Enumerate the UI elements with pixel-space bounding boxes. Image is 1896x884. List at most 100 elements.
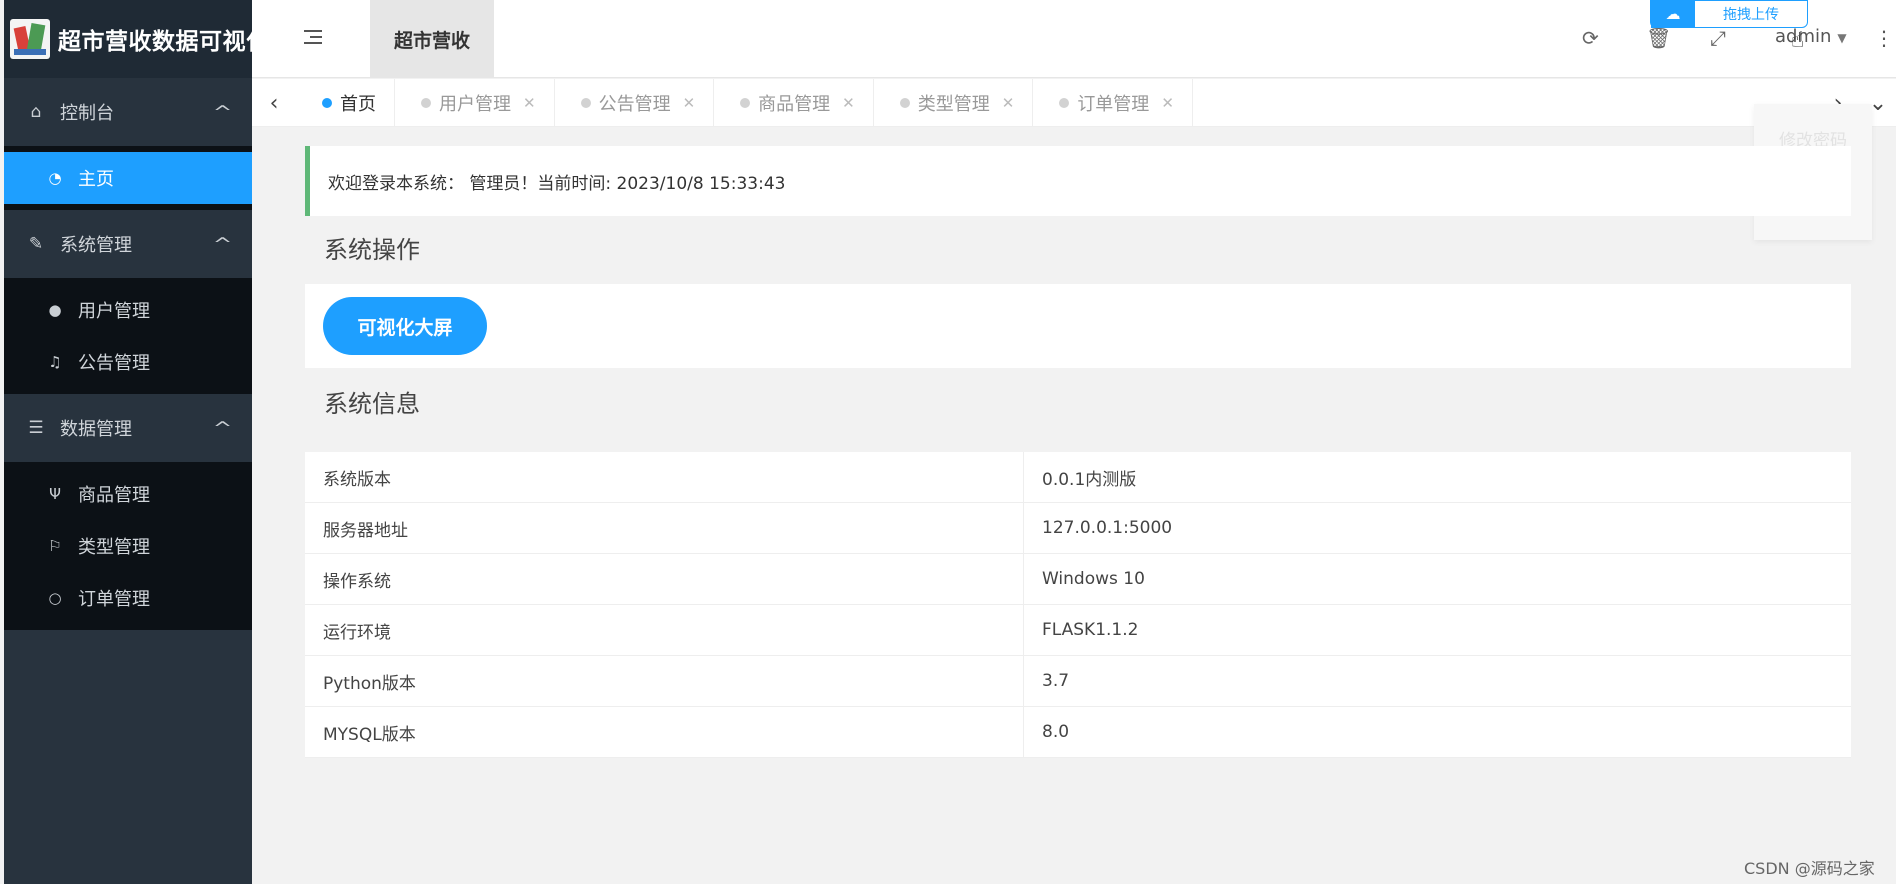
info-value: 0.0.1内测版 <box>1023 452 1851 503</box>
info-key: 服务器地址 <box>305 502 1024 554</box>
sidebar-item-types[interactable]: ⚐ 类型管理 <box>4 520 252 572</box>
info-key: 系统版本 <box>305 452 1024 503</box>
table-row: 系统版本 0.0.1内测版 <box>305 452 1851 503</box>
upload-label: 拖拽上传 <box>1723 7 1779 23</box>
table-row: 服务器地址 127.0.0.1:5000 <box>305 502 1851 554</box>
info-key: MYSQL版本 <box>305 706 1024 758</box>
system-info-table: 系统版本 0.0.1内测版 服务器地址 127.0.0.1:5000 操作系统 Win… <box>305 452 1851 758</box>
more-vertical-icon[interactable]: ⋮ <box>1874 26 1894 50</box>
nav-sub-data: Ψ 商品管理 ⚐ 类型管理 ○ 订单管理 <box>4 462 252 630</box>
chevron-up-icon: ^ <box>212 233 233 255</box>
nav-group-system[interactable]: ✎ 系统管理 ^ <box>4 210 252 278</box>
section-title-operations: 系统操作 <box>324 236 420 264</box>
sidebar-item-label: 主页 <box>78 169 114 190</box>
sidebar-item-notices[interactable]: ♫ 公告管理 <box>4 336 252 388</box>
close-icon[interactable]: ✕ <box>1002 94 1015 112</box>
visual-screen-button[interactable]: 可视化大屏 <box>323 297 487 355</box>
welcome-banner: 欢迎登录本系统： 管理员！当前时间: 2023/10/8 15:33:43 <box>305 146 1851 216</box>
cloud-icon: ☁ <box>1651 0 1695 28</box>
info-key: 操作系统 <box>305 553 1024 605</box>
dashboard-icon: ◔ <box>48 169 62 187</box>
bell-icon: ♫ <box>48 353 62 371</box>
tabs-list: 首页 用户管理 ✕ 公告管理 ✕ 商品管理 ✕ 类型管理 ✕ 订单管理 ✕ <box>296 79 1193 127</box>
tab-dot <box>1059 98 1070 108</box>
user-menu[interactable]: admin ▼ <box>1775 26 1847 47</box>
cutlery-icon: Ψ <box>49 485 61 503</box>
tab-label: 用户管理 <box>439 94 511 115</box>
tab-dot <box>740 98 751 108</box>
tab-dot <box>899 98 910 108</box>
tab-types[interactable]: 类型管理 ✕ <box>874 79 1034 127</box>
top-tab-supermarket[interactable]: 超市营收 <box>370 0 494 78</box>
sidebar-item-home[interactable]: ◔ 主页 <box>4 152 252 204</box>
nav-group-label: 控制台 <box>60 103 114 124</box>
chevron-up-icon: ^ <box>212 417 233 439</box>
nav-group-label: 系统管理 <box>60 235 132 256</box>
table-row: MYSQL版本 8.0 <box>305 706 1851 758</box>
info-key: 运行环境 <box>305 604 1024 656</box>
sidebar-item-label: 商品管理 <box>78 485 150 506</box>
nav-sub-system: ● 用户管理 ♫ 公告管理 <box>4 278 252 394</box>
tab-home[interactable]: 首页 <box>296 79 395 127</box>
close-icon[interactable]: ✕ <box>1161 94 1174 112</box>
table-row: Python版本 3.7 <box>305 655 1851 707</box>
tab-label: 公告管理 <box>598 94 671 115</box>
upload-widget[interactable]: ☁ 拖拽上传 <box>1650 0 1808 28</box>
sidebar-item-users[interactable]: ● 用户管理 <box>4 284 252 336</box>
table-row: 运行环境 FLASK1.1.2 <box>305 604 1851 656</box>
close-icon[interactable]: ✕ <box>523 94 536 112</box>
tab-dot <box>322 98 332 108</box>
operations-card: 可视化大屏 <box>305 284 1851 368</box>
user-icon: ● <box>48 301 62 319</box>
tab-notices[interactable]: 公告管理 ✕ <box>555 79 715 127</box>
nav-group-label: 数据管理 <box>60 419 132 440</box>
mouse-cursor-icon: ☝ <box>1791 28 1805 53</box>
nav-group-data[interactable]: ☰ 数据管理 ^ <box>4 394 252 462</box>
tab-dot <box>421 98 431 108</box>
nav-group-console[interactable]: ⌂ 控制台 ^ <box>4 78 252 146</box>
close-icon[interactable]: ✕ <box>683 94 696 112</box>
tab-orders[interactable]: 订单管理 ✕ <box>1033 79 1193 127</box>
info-value: Windows 10 <box>1023 553 1851 605</box>
sidebar-item-label: 用户管理 <box>78 301 150 322</box>
refresh-icon[interactable]: ⟳ <box>1582 26 1599 50</box>
tab-dot <box>580 98 591 108</box>
trash-icon[interactable]: 🗑 <box>1646 26 1671 50</box>
close-icon[interactable]: ✕ <box>842 94 855 112</box>
sidebar-item-orders[interactable]: ○ 订单管理 <box>4 572 252 624</box>
fullscreen-icon[interactable]: ⤢ <box>1710 26 1726 50</box>
chevron-up-icon: ^ <box>212 101 233 123</box>
tab-label: 类型管理 <box>917 94 990 115</box>
tabs-bar: ‹ 首页 用户管理 ✕ 公告管理 ✕ 商品管理 ✕ 类型管理 ✕ 订单管理 ✕ … <box>252 79 1896 127</box>
wrench-icon: ✎ <box>28 234 44 254</box>
logo-area: 超市营收数据可视化 <box>4 0 269 78</box>
sidebar-item-label: 订单管理 <box>78 589 150 610</box>
info-value: 127.0.0.1:5000 <box>1023 502 1851 554</box>
tab-label: 订单管理 <box>1077 94 1150 115</box>
menu-toggle-icon[interactable] <box>304 30 322 48</box>
flag-icon: ⚐ <box>48 537 62 555</box>
tab-users[interactable]: 用户管理 ✕ <box>395 79 555 127</box>
tab-label: 首页 <box>340 94 376 115</box>
info-value: FLASK1.1.2 <box>1023 604 1851 656</box>
logo-image <box>10 19 50 59</box>
section-title-info: 系统信息 <box>324 390 420 418</box>
home-icon: ⌂ <box>30 102 42 122</box>
nav-sub-console: ◔ 主页 <box>4 146 252 210</box>
info-value: 8.0 <box>1023 706 1851 758</box>
app-title: 超市营收数据可视化 <box>58 29 270 55</box>
tabs-scroll-left-icon[interactable]: ‹ <box>252 79 296 127</box>
sidebar-item-label: 类型管理 <box>78 537 150 558</box>
tab-products[interactable]: 商品管理 ✕ <box>714 79 874 127</box>
caret-down-icon: ▼ <box>1837 31 1847 45</box>
info-value: 3.7 <box>1023 655 1851 707</box>
tab-label: 商品管理 <box>758 94 831 115</box>
table-row: 操作系统 Windows 10 <box>305 553 1851 605</box>
watermark: CSDN @源码之家 <box>1744 859 1875 878</box>
sidebar-item-label: 公告管理 <box>78 353 150 374</box>
sidebar: 超市营收数据可视化 ⌂ 控制台 ^ ◔ 主页 ✎ 系统管理 ^ ● 用户管理 ♫… <box>4 0 269 884</box>
sidebar-item-products[interactable]: Ψ 商品管理 <box>4 468 252 520</box>
info-key: Python版本 <box>305 655 1024 707</box>
comment-icon: ○ <box>48 589 62 607</box>
server-icon: ☰ <box>28 418 44 438</box>
